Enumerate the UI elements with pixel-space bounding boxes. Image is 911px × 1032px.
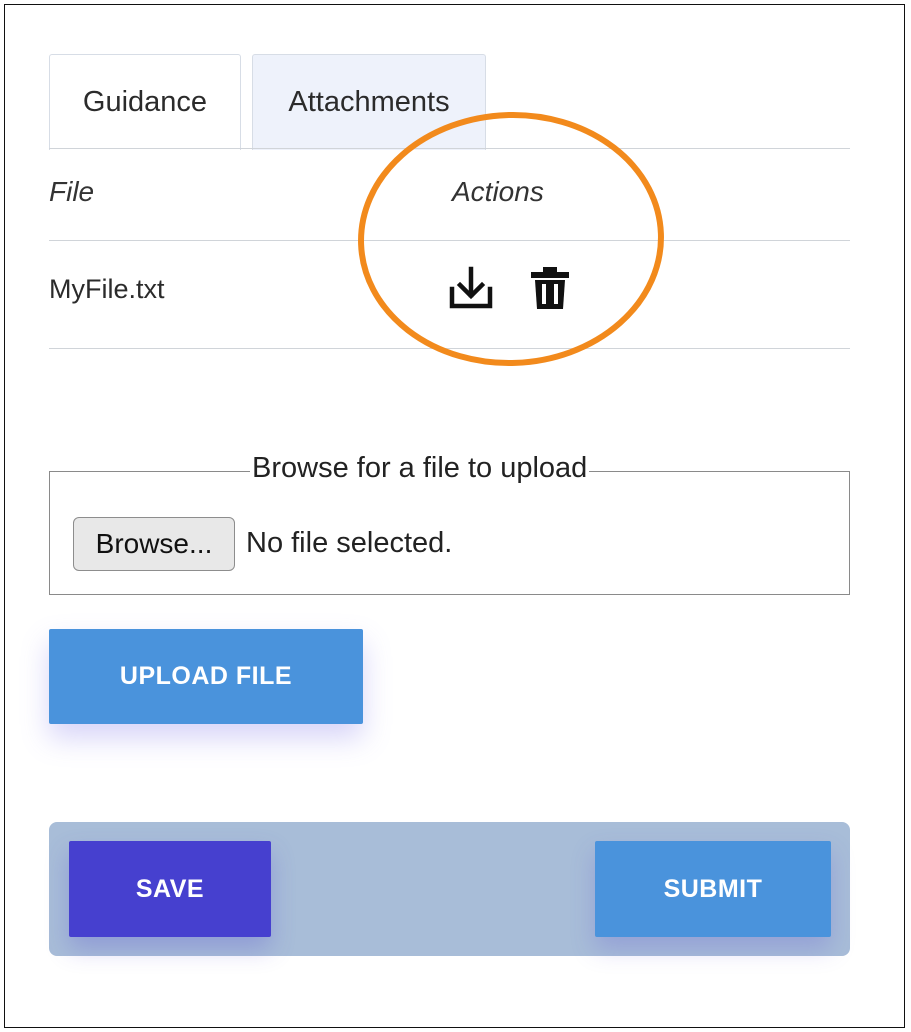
download-icon[interactable] xyxy=(447,263,495,311)
browse-button[interactable]: Browse... xyxy=(73,517,235,571)
file-name-cell: MyFile.txt xyxy=(49,274,165,304)
submit-button[interactable]: SUBMIT xyxy=(595,841,831,937)
row-divider xyxy=(49,348,850,349)
trash-icon[interactable] xyxy=(530,266,570,310)
tab-guidance[interactable]: Guidance xyxy=(49,54,241,150)
upload-legend: Browse for a file to upload xyxy=(250,452,590,485)
tab-guidance-label: Guidance xyxy=(82,86,208,118)
column-header-file: File xyxy=(49,176,95,207)
header-divider xyxy=(49,240,850,241)
tab-divider xyxy=(49,148,850,149)
column-header-actions: Actions xyxy=(452,176,544,207)
tab-attachments[interactable]: Attachments xyxy=(252,54,486,150)
save-button[interactable]: SAVE xyxy=(69,841,271,937)
tab-attachments-label: Attachments xyxy=(288,86,450,118)
upload-file-button[interactable]: UPLOAD FILE xyxy=(49,629,363,724)
file-status-text: No file selected. xyxy=(246,527,453,559)
